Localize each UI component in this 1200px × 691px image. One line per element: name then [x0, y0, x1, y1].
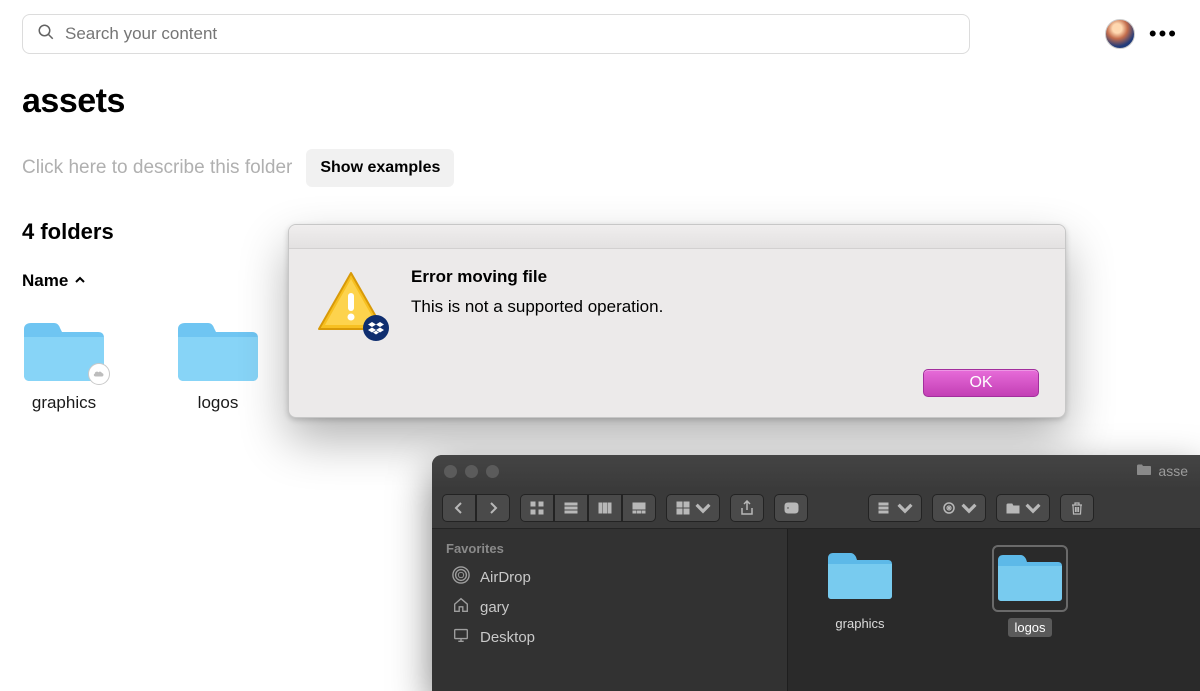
finder-content: graphics logos: [788, 529, 1200, 691]
sidebar-item-label: AirDrop: [480, 569, 531, 586]
warning-icon: [313, 267, 389, 343]
trash-button[interactable]: [1060, 494, 1094, 522]
page-title: assets: [0, 54, 1200, 121]
new-folder-button[interactable]: [996, 494, 1050, 522]
folder-icon: [996, 549, 1064, 603]
share-button[interactable]: [730, 494, 764, 522]
folder-logos[interactable]: logos: [176, 315, 260, 413]
folder-icon: [176, 315, 260, 383]
traffic-minimize[interactable]: [465, 465, 478, 478]
folder-icon: [826, 547, 894, 601]
finder-toolbar: [432, 487, 1200, 529]
ok-button[interactable]: OK: [923, 369, 1039, 397]
search-input[interactable]: [65, 24, 955, 44]
tags-button[interactable]: [774, 494, 808, 522]
sidebar-item-label: Desktop: [480, 629, 535, 646]
dialog-message: This is not a supported operation.: [411, 297, 663, 317]
group-by-button[interactable]: [666, 494, 720, 522]
nav-forward-button[interactable]: [476, 494, 510, 522]
dropbox-badge-icon: [363, 315, 389, 341]
sidebar-item-desktop[interactable]: Desktop: [446, 622, 773, 652]
view-icons-button[interactable]: [520, 494, 554, 522]
finder-folder-label: logos: [1008, 618, 1051, 637]
arrange-button[interactable]: [868, 494, 922, 522]
traffic-zoom[interactable]: [486, 465, 499, 478]
finder-sidebar: Favorites AirDrop gary Desktop: [432, 529, 788, 691]
avatar[interactable]: [1105, 19, 1135, 49]
nav-back-button[interactable]: [442, 494, 476, 522]
finder-folder-label: graphics: [829, 614, 890, 633]
finder-folder-graphics[interactable]: graphics: [826, 547, 894, 673]
folder-graphics[interactable]: graphics: [22, 315, 106, 413]
folder-description-placeholder[interactable]: Click here to describe this folder: [22, 157, 292, 179]
search-icon: [37, 23, 55, 46]
more-menu-icon[interactable]: •••: [1149, 21, 1178, 47]
finder-window: asse: [432, 455, 1200, 691]
search-field[interactable]: [22, 14, 970, 54]
folder-icon: [1136, 463, 1152, 479]
desktop-icon: [452, 626, 470, 648]
finder-title: asse: [1158, 463, 1188, 479]
finder-titlebar[interactable]: asse: [432, 455, 1200, 487]
folder-label: logos: [198, 393, 239, 413]
folder-label: graphics: [32, 393, 96, 413]
view-gallery-button[interactable]: [622, 494, 656, 522]
dialog-titlebar[interactable]: [289, 225, 1065, 249]
sidebar-item-airdrop[interactable]: AirDrop: [446, 562, 773, 592]
cloud-sync-icon: [88, 363, 110, 385]
view-columns-button[interactable]: [588, 494, 622, 522]
column-header-name: Name: [22, 271, 68, 291]
error-dialog: Error moving file This is not a supporte…: [288, 224, 1066, 418]
traffic-close[interactable]: [444, 465, 457, 478]
chevron-up-icon: [74, 271, 86, 291]
home-icon: [452, 596, 470, 618]
action-menu-button[interactable]: [932, 494, 986, 522]
airdrop-icon: [452, 566, 470, 588]
view-list-button[interactable]: [554, 494, 588, 522]
finder-folder-logos[interactable]: logos: [994, 547, 1066, 673]
sidebar-item-home[interactable]: gary: [446, 592, 773, 622]
sidebar-item-label: gary: [480, 599, 509, 616]
show-examples-button[interactable]: Show examples: [306, 149, 454, 187]
dialog-title: Error moving file: [411, 267, 663, 287]
favorites-header: Favorites: [446, 541, 773, 556]
